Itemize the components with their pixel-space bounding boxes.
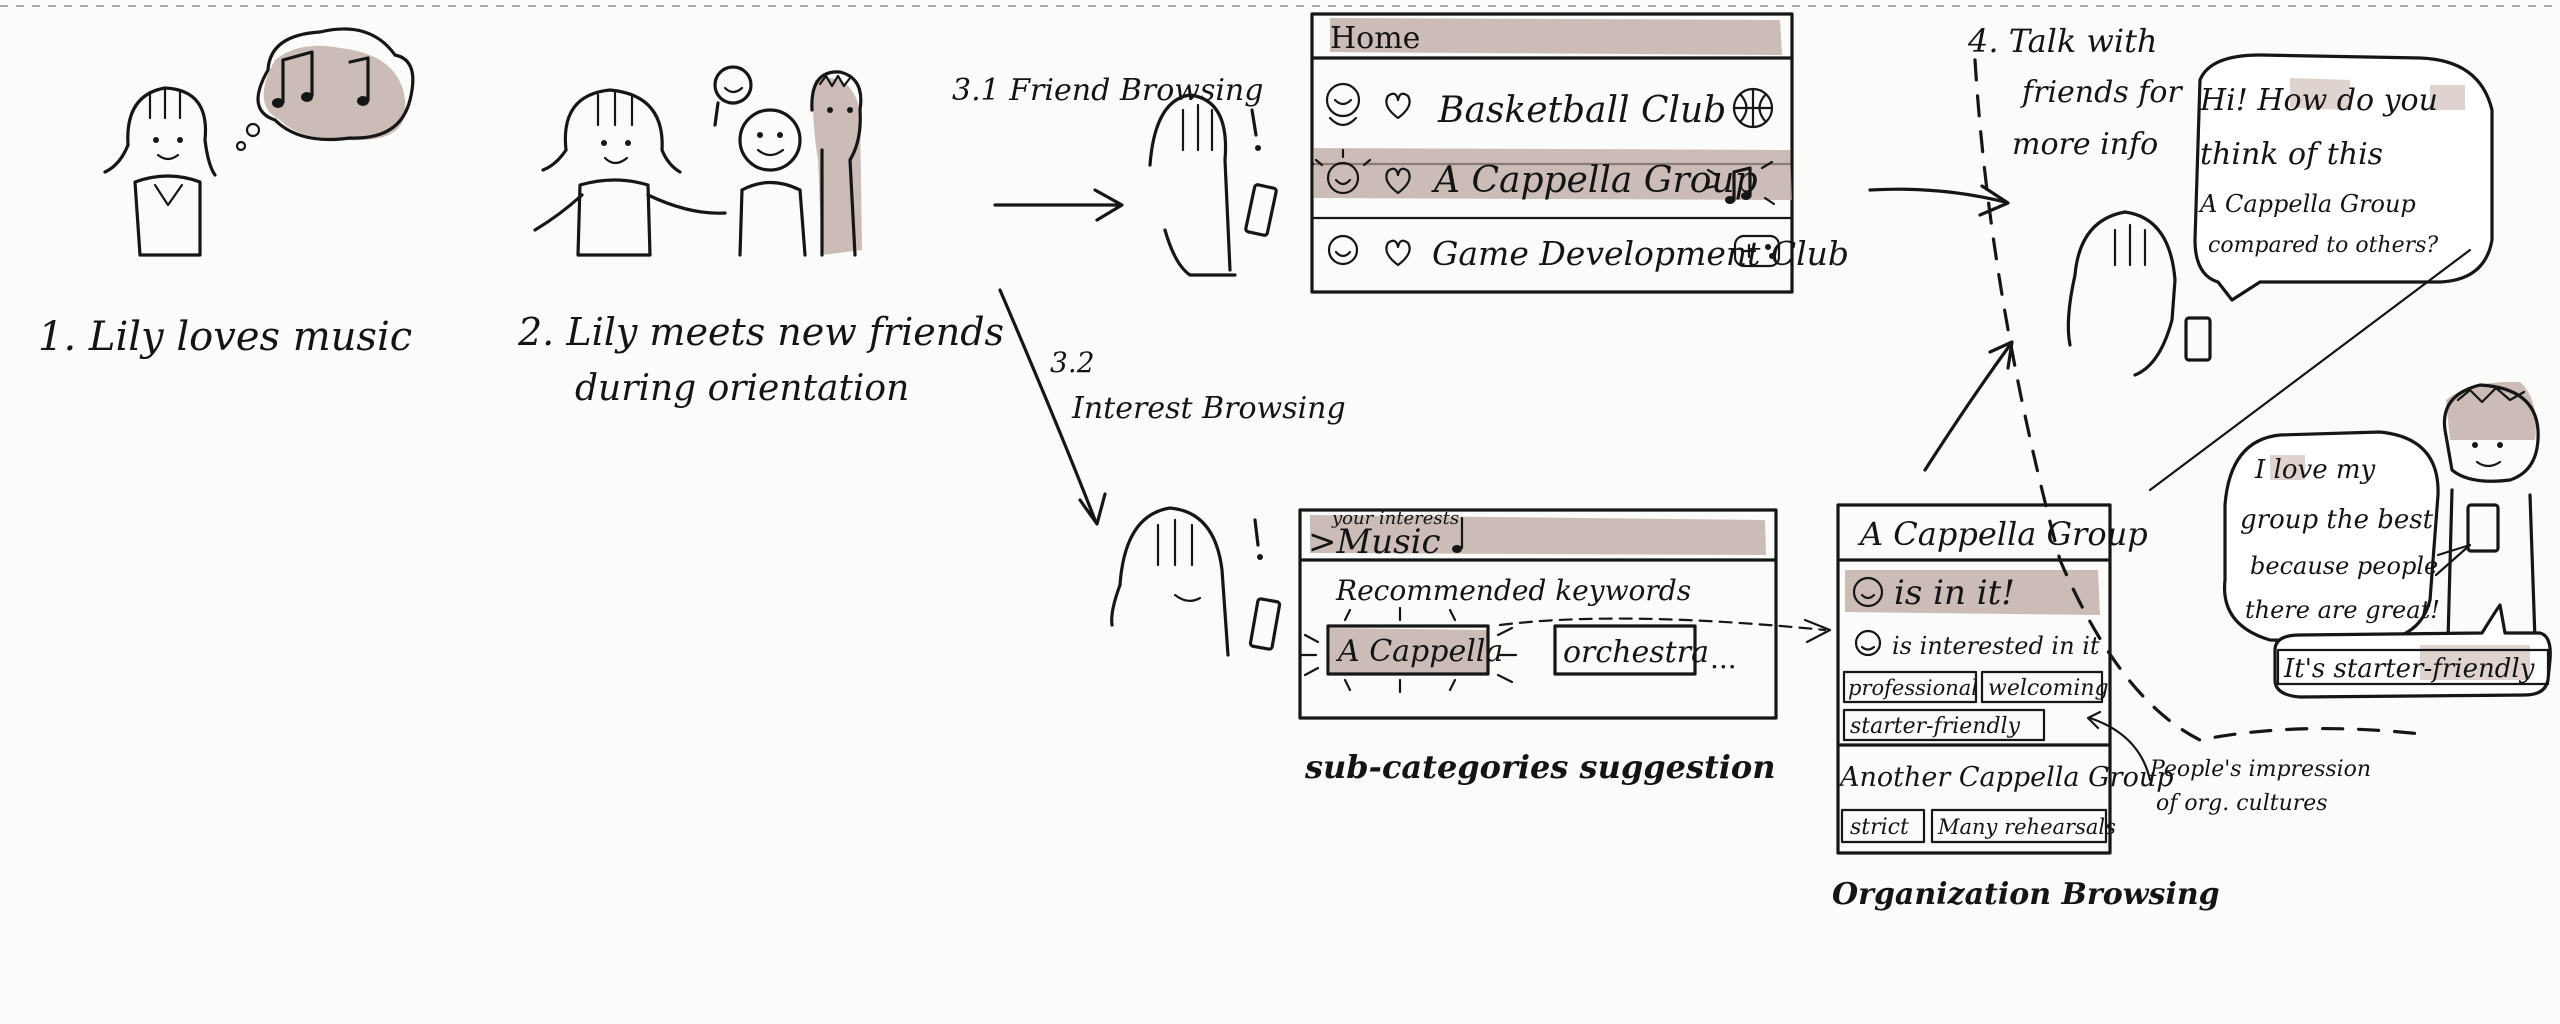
arrow-org-to-step4 xyxy=(1923,340,2014,472)
lily-with-phone xyxy=(1110,506,1282,657)
home-item-label: Game Development Club xyxy=(1432,234,1849,273)
caption-step31: 3.1 Friend Browsing xyxy=(952,73,1263,108)
scene-3-1: 3.1 Friend Browsing Home Basketball Club… xyxy=(952,12,2010,294)
lily-figure xyxy=(103,86,217,257)
org-tag-strict[interactable]: strict xyxy=(1840,808,1926,844)
caption-step32-num: 3.2 xyxy=(1050,346,1095,379)
caption-step2-line1: 2. Lily meets new friends xyxy=(517,310,1004,354)
lily-figure xyxy=(533,88,727,257)
scene-3-2: 3.2 Interest Browsing your interests >Mu… xyxy=(998,288,1832,786)
keyword-chip-label: orchestra xyxy=(1563,635,1709,670)
home-panel-title: Home xyxy=(1330,21,1420,56)
home-item-a-cappella[interactable]: A Cappella Group xyxy=(1314,148,1792,206)
lily-bubble-line1: Hi! How do you xyxy=(2199,83,2438,118)
keyword-chip-a-cappella[interactable]: A Cappella xyxy=(1298,606,1518,694)
home-item-label: A Cappella Group xyxy=(1431,160,1758,201)
phone-icon xyxy=(2184,316,2212,362)
home-item-game-dev[interactable]: Game Development Club xyxy=(1327,234,1849,273)
keyword-chip-orchestra[interactable]: orchestra xyxy=(1553,624,1709,676)
interest-breadcrumb[interactable]: >Music xyxy=(1308,522,1441,562)
org-tag-welcoming[interactable]: welcoming xyxy=(1980,670,2109,704)
heart-icon[interactable] xyxy=(1385,92,1411,120)
thought-cloud xyxy=(235,27,415,152)
caption-step4-line1: 4. Talk with xyxy=(1967,22,2158,60)
friend-bubble-line4: there are great! xyxy=(2245,596,2440,624)
phone-icon xyxy=(1244,183,1278,237)
interest-panel: your interests >Music Recommended keywor… xyxy=(1298,508,1778,720)
friend-figure xyxy=(2442,381,2540,642)
caption-step1: 1. Lily loves music xyxy=(38,314,412,360)
caption-step4-line2: friends for xyxy=(2020,75,2183,110)
org-tag-many-rehearsals[interactable]: Many rehearsals xyxy=(1930,808,2116,844)
org-tag-starter-friendly[interactable]: starter-friendly xyxy=(1842,708,2046,742)
keyword-chip-label: A Cappella xyxy=(1335,634,1503,669)
friend-bubble-line1: I love my xyxy=(2254,455,2375,485)
keyword-ellipsis: ... xyxy=(1710,642,1737,675)
org-tag-label: welcoming xyxy=(1988,676,2109,701)
home-item-basketball[interactable]: Basketball Club xyxy=(1325,82,1774,131)
recommended-title: Recommended keywords xyxy=(1335,574,1691,607)
impression-line2: of org. cultures xyxy=(2156,791,2328,816)
lily-bubble-line4: compared to others? xyxy=(2208,233,2438,258)
org-title2[interactable]: Another Cappella Group xyxy=(1837,762,2174,793)
home-panel: Home Basketball Club A Cappella Group Ga… xyxy=(1310,12,1849,294)
basketball-icon xyxy=(1732,87,1774,129)
caption-step4-line3: more info xyxy=(2012,127,2158,162)
org-title[interactable]: A Cappella Group xyxy=(1857,515,2148,553)
lily-with-phone xyxy=(2066,210,2212,377)
lily-speech-bubble: Hi! How do you think of this A Cappella … xyxy=(2193,53,2494,302)
org-tag-label: professional xyxy=(1848,676,1978,700)
org-line1: is in it! xyxy=(1894,573,2015,613)
heart-icon[interactable] xyxy=(1385,239,1411,267)
lily-bubble-line3: A Cappella Group xyxy=(2198,190,2416,218)
arrow-to-step4 xyxy=(1868,184,2010,217)
friend-reply-text: It's starter-friendly xyxy=(2283,654,2535,684)
friend-bubble-line3: because people xyxy=(2250,552,2438,580)
phone-icon xyxy=(1248,597,1282,651)
lily-bubble-line2: think of this xyxy=(2200,137,2383,172)
org-tag-label: strict xyxy=(1850,815,1909,840)
caption-org-browsing: Organization Browsing xyxy=(1832,877,2220,912)
org-tag-label: starter-friendly xyxy=(1850,714,2021,739)
org-friend-interested: is interested in it xyxy=(1854,629,2100,660)
caption-step32-label: Interest Browsing xyxy=(1071,391,1346,426)
arrow-to-friend-browsing xyxy=(993,188,1124,222)
scene-2: 2. Lily meets new friends during orienta… xyxy=(517,65,1004,409)
org-tag-professional[interactable]: professional xyxy=(1842,670,1978,704)
org-tag-label: Many rehearsals xyxy=(1937,815,2116,839)
friend-speech-bubble: I love my group the best because people … xyxy=(2222,430,2472,644)
org-line2: is interested in it xyxy=(1892,632,2100,660)
scene-1: 1. Lily loves music xyxy=(38,27,415,360)
caption-subcategories: sub-categories suggestion xyxy=(1304,748,1776,786)
friend-figures xyxy=(713,65,863,257)
impression-line1: People's impression xyxy=(2149,757,2371,782)
storyboard-canvas: 1. Lily loves music 2. Lily meets new fr… xyxy=(0,5,2560,912)
lily-with-phone xyxy=(1148,93,1278,277)
org-friend-in-it: is in it! xyxy=(1845,570,2100,615)
home-item-label: Basketball Club xyxy=(1437,90,1726,131)
caption-step2-line2: during orientation xyxy=(575,368,909,409)
friend-bubble-line2: group the best xyxy=(2240,505,2434,535)
